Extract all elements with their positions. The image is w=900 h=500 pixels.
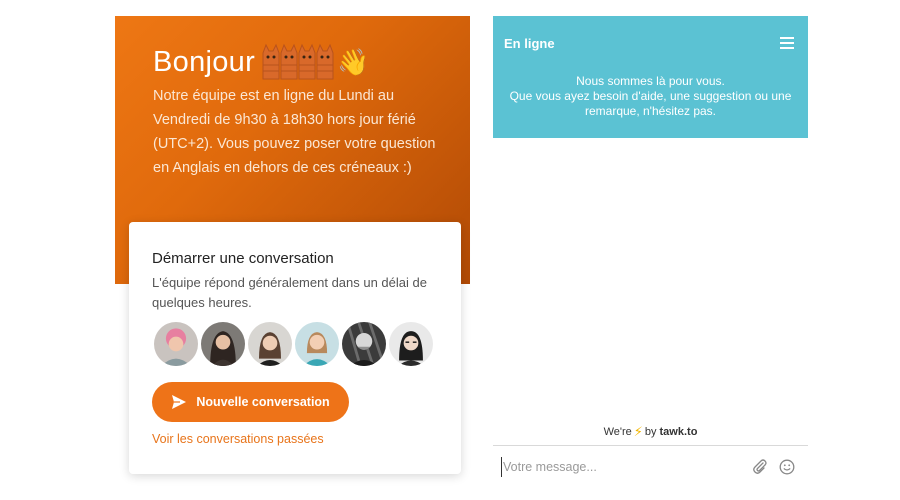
message-composer	[493, 445, 808, 486]
cats-emoji-icon	[261, 43, 334, 81]
hamburger-menu-icon[interactable]	[780, 37, 794, 49]
powered-by-tawk[interactable]: We're ⚡ by tawk.to	[493, 424, 808, 440]
availability-text: Notre équipe est en ligne du Lundi au Ve…	[153, 88, 436, 176]
message-input[interactable]	[501, 457, 741, 477]
online-status: En ligne	[504, 36, 555, 51]
waving-hand-icon: 👋	[337, 47, 370, 77]
new-conversation-button[interactable]: Nouvelle conversation	[152, 382, 349, 422]
chat-messages-area	[493, 138, 808, 423]
greeting-text: Bonjour	[153, 45, 256, 78]
header-message-line1: Nous sommes là pour vous.	[576, 74, 725, 88]
past-conversations-link[interactable]: Voir les conversations passées	[152, 432, 324, 446]
avatar	[246, 320, 294, 368]
avatar	[340, 320, 388, 368]
powered-prefix: We're	[603, 426, 632, 438]
header-message: Nous sommes là pour vous. Que vous ayez …	[501, 74, 800, 119]
powered-mid: by	[644, 426, 657, 438]
avatar	[387, 320, 435, 368]
avatar	[152, 320, 200, 368]
chat-widget: En ligne Nous sommes là pour vous. Que v…	[493, 16, 808, 486]
team-avatars	[152, 320, 435, 368]
chat-header: En ligne Nous sommes là pour vous. Que v…	[493, 16, 808, 138]
card-title: Démarrer une conversation	[152, 250, 334, 267]
smiley-icon[interactable]	[779, 459, 795, 475]
avatar	[293, 320, 341, 368]
greeting-heading: Bonjour 👋	[153, 42, 370, 82]
lightning-bolt-icon: ⚡	[633, 424, 643, 439]
tawk-brand: tawk.to	[659, 426, 698, 438]
new-conversation-label: Nouvelle conversation	[196, 395, 330, 409]
welcome-widget: Bonjour 👋 Notre équipe est en ligne du L…	[115, 16, 470, 486]
send-icon	[172, 395, 187, 409]
response-time-text: L'équipe répond généralement dans un dél…	[152, 275, 427, 310]
paperclip-icon[interactable]	[752, 459, 768, 475]
header-message-line2: Que vous ayez besoin d'aide, une suggest…	[509, 89, 792, 118]
start-conversation-card: Démarrer une conversation L'équipe répon…	[129, 222, 461, 474]
avatar	[199, 320, 247, 368]
